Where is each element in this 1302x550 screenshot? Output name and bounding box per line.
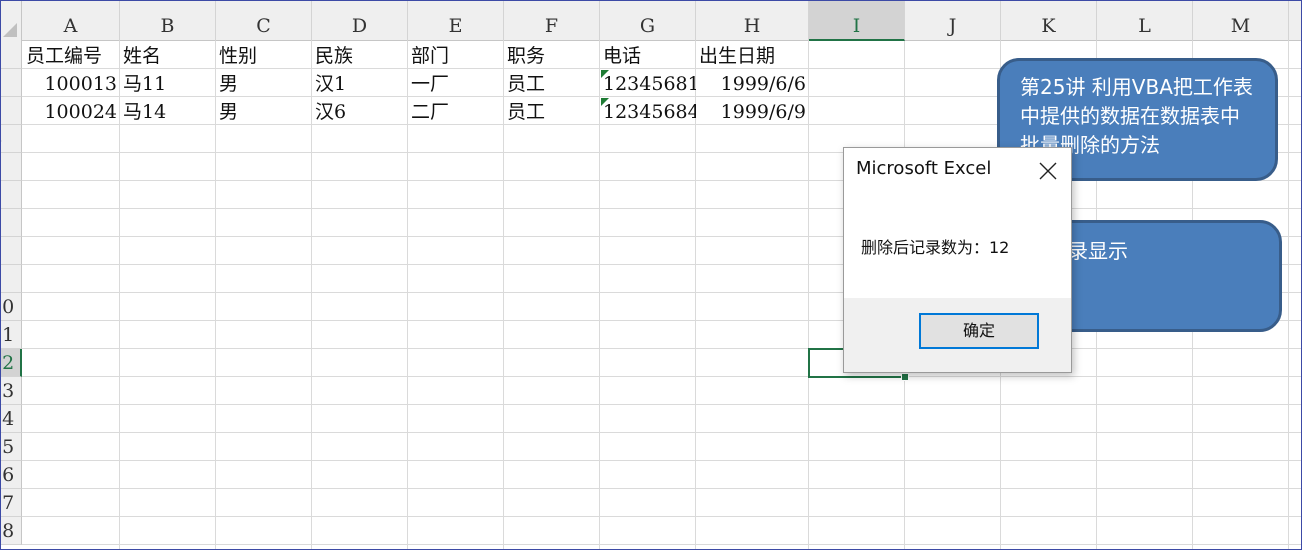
gridline — [1288, 41, 1289, 549]
ok-button[interactable]: 确定 — [919, 313, 1039, 349]
text-number-indicator-icon — [601, 70, 609, 78]
close-icon[interactable] — [1037, 160, 1059, 182]
excel-window: A B C D E F G H I J K L M 0 1 2 3 4 5 6 … — [0, 0, 1302, 550]
gridline — [22, 404, 1301, 405]
row-header-17[interactable]: 17 — [1, 489, 22, 517]
column-header-i[interactable]: I — [809, 1, 905, 41]
column-header-e[interactable]: E — [408, 1, 504, 41]
cell-a3[interactable]: 100024 — [23, 97, 120, 125]
cell-e3[interactable]: 二厂 — [408, 97, 504, 125]
dialog-title: Microsoft Excel — [856, 158, 992, 179]
title-shape-text: 第25讲 利用VBA把工作表中提供的数据在数据表中批量删除的方法 — [1020, 75, 1253, 157]
cell-e1[interactable]: 部门 — [408, 41, 504, 69]
row-header-6[interactable]: 6 — [1, 181, 22, 209]
cell-g3[interactable]: 12345684 — [600, 97, 696, 125]
cell-h1[interactable]: 出生日期 — [696, 41, 809, 69]
dialog-message: 删除后记录数为：12 — [861, 238, 1010, 257]
column-header-g[interactable]: G — [600, 1, 696, 41]
row-header-1[interactable]: 1 — [1, 41, 22, 69]
cell-d3[interactable]: 汉6 — [312, 97, 408, 125]
cell-b2[interactable]: 马11 — [120, 69, 216, 97]
cell-c3[interactable]: 男 — [216, 97, 312, 125]
cell-h2[interactable]: 1999/6/6 — [696, 69, 809, 97]
cell-g2[interactable]: 12345681 — [600, 69, 696, 97]
message-dialog: Microsoft Excel 删除后记录数为：12 确定 — [843, 147, 1072, 373]
text-number-indicator-icon — [601, 98, 609, 106]
row-header-9[interactable]: 9 — [1, 265, 22, 293]
column-header-b[interactable]: B — [120, 1, 216, 41]
row-header-4[interactable]: 4 — [1, 125, 22, 153]
row-header-7[interactable]: 7 — [1, 209, 22, 237]
column-header-k[interactable]: K — [1001, 1, 1097, 41]
gridline — [22, 516, 1301, 517]
row-header-10[interactable]: 10 — [1, 293, 22, 321]
cell-c1[interactable]: 性别 — [216, 41, 312, 69]
gridline — [22, 348, 1301, 349]
cell-a2[interactable]: 100013 — [23, 69, 120, 97]
column-header-a[interactable]: A — [22, 1, 120, 41]
row-header-5[interactable]: 5 — [1, 153, 22, 181]
fill-handle[interactable] — [901, 373, 909, 381]
column-header-c[interactable]: C — [216, 1, 312, 41]
gridline — [22, 376, 1301, 377]
gridline — [22, 460, 1301, 461]
gridline — [22, 432, 1301, 433]
cell-f1[interactable]: 职务 — [504, 41, 600, 69]
select-all-button[interactable] — [1, 1, 22, 41]
dialog-footer: 确定 — [844, 298, 1071, 372]
cell-d1[interactable]: 民族 — [312, 41, 408, 69]
cell-g1[interactable]: 电话 — [600, 41, 696, 69]
column-header-m[interactable]: M — [1193, 1, 1289, 41]
cell-f3[interactable]: 员工 — [504, 97, 600, 125]
column-header-d[interactable]: D — [312, 1, 408, 41]
cell-d2[interactable]: 汉1 — [312, 69, 408, 97]
select-all-icon — [3, 23, 17, 37]
row-header-8[interactable]: 8 — [1, 237, 22, 265]
row-header-14[interactable]: 14 — [1, 405, 22, 433]
row-header-3[interactable]: 3 — [1, 97, 22, 125]
cell-h3[interactable]: 1999/6/9 — [696, 97, 809, 125]
column-header-l[interactable]: L — [1097, 1, 1193, 41]
cell-b1[interactable]: 姓名 — [120, 41, 216, 69]
row-header-13[interactable]: 13 — [1, 377, 22, 405]
row-header-12[interactable]: 12 — [1, 349, 22, 377]
cell-a1[interactable]: 员工编号 — [23, 41, 120, 69]
cell-b3[interactable]: 马14 — [120, 97, 216, 125]
column-header-j[interactable]: J — [905, 1, 1001, 41]
cell-e2[interactable]: 一厂 — [408, 69, 504, 97]
gridline — [22, 544, 1301, 545]
row-header-11[interactable]: 11 — [1, 321, 22, 349]
column-header-f[interactable]: F — [504, 1, 600, 41]
row-header-15[interactable]: 15 — [1, 433, 22, 461]
gridline — [22, 488, 1301, 489]
row-header-18[interactable]: 18 — [1, 517, 22, 545]
cell-c2[interactable]: 男 — [216, 69, 312, 97]
row-header-2[interactable]: 2 — [1, 69, 22, 97]
column-header-h[interactable]: H — [696, 1, 809, 41]
row-header-16[interactable]: 16 — [1, 461, 22, 489]
gridline — [22, 208, 1301, 209]
cell-f2[interactable]: 员工 — [504, 69, 600, 97]
